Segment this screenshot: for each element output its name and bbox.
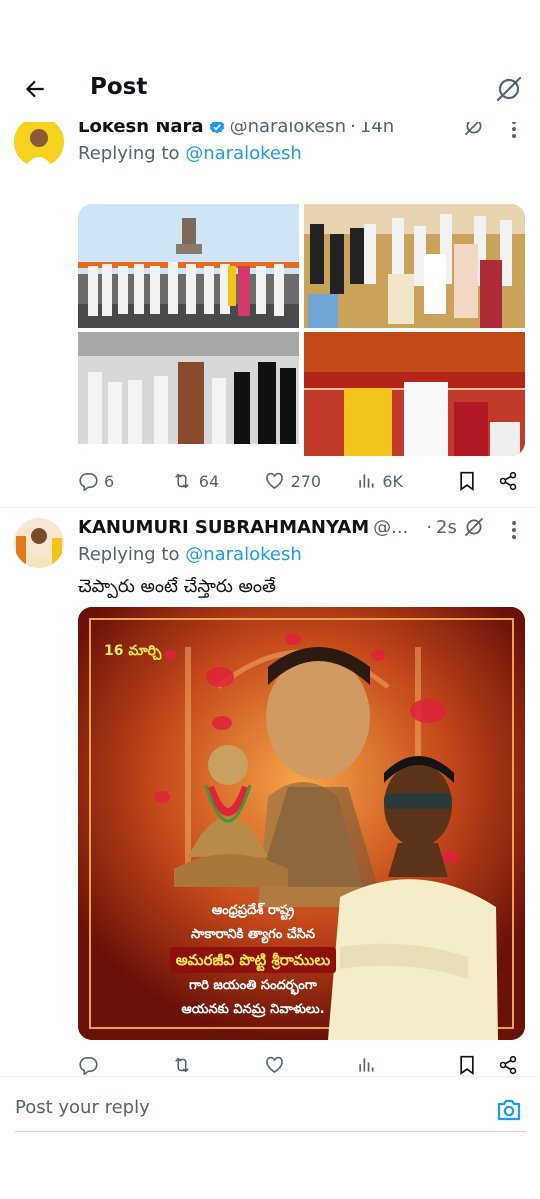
- grok-icon: [496, 76, 522, 102]
- photo-4[interactable]: [303, 332, 526, 456]
- repost-button[interactable]: 64: [171, 471, 264, 491]
- repost-button[interactable]: [171, 1055, 264, 1075]
- camera-icon: [497, 1099, 521, 1121]
- separator-dot: ·: [426, 517, 433, 538]
- separator-dot: ·: [350, 122, 356, 137]
- replying-to: Replying to @naralokesh: [78, 544, 302, 565]
- camera-button[interactable]: [494, 1095, 524, 1125]
- avatar[interactable]: [14, 518, 64, 568]
- views-button[interactable]: [356, 1055, 458, 1075]
- photo-3[interactable]: [78, 332, 300, 456]
- share-icon: [499, 1055, 517, 1075]
- poster-date: 16 మార్చి: [104, 643, 162, 659]
- more-button[interactable]: [503, 519, 525, 541]
- author-handle[interactable]: @naralokesh: [230, 122, 347, 137]
- like-icon: [265, 472, 283, 490]
- author-name[interactable]: Lokesh Nara: [78, 122, 204, 137]
- author-handle[interactable]: @...: [373, 517, 408, 538]
- share-icon: [499, 471, 517, 491]
- views-icon: [359, 1058, 374, 1072]
- poster-line-1: ఆంధ్రప్రదేశ్ రాష్ట్ర: [211, 903, 295, 918]
- poster-line-4: ఆయనకు వినమ్ర నివాళులు.: [181, 1002, 325, 1017]
- grok-icon: [465, 518, 483, 536]
- bookmark-button[interactable]: [458, 1055, 498, 1075]
- poster-caption: ఆంధ్రప్రదేశ్ రాష్ట్ర సాకారానికి త్యాగం చ…: [138, 899, 368, 1022]
- more-button[interactable]: [503, 122, 525, 140]
- post-time[interactable]: 2s: [436, 517, 457, 538]
- author-line: KANUMURI SUBRAHMANYAM @... · 2s: [78, 517, 457, 538]
- repost-icon: [174, 1057, 189, 1073]
- parent-tweet[interactable]: Lokesh Nara @naralokesh · 14h Replying t…: [0, 122, 540, 508]
- poster-line-2: సాకారానికి త్యాగం చేసిన: [191, 927, 315, 942]
- back-arrow-icon: [25, 80, 44, 98]
- bookmark-icon: [460, 1055, 474, 1075]
- like-button[interactable]: 270: [264, 471, 357, 491]
- more-icon: [512, 122, 516, 138]
- reply-button[interactable]: 6: [78, 471, 171, 491]
- avatar[interactable]: [14, 122, 64, 167]
- more-icon: [512, 521, 516, 539]
- repost-icon: [174, 473, 189, 489]
- photo-1[interactable]: [78, 204, 300, 328]
- poster-highlight: అమరజీవి పొట్టి శ్రీరాములు: [169, 947, 337, 973]
- replying-mention[interactable]: @naralokesh: [185, 143, 302, 164]
- reply-underline: [15, 1131, 526, 1132]
- views-button[interactable]: 6K: [356, 471, 458, 491]
- action-bar: 6 64 270 6K: [78, 466, 518, 496]
- replying-prefix: Replying to: [78, 544, 180, 565]
- page-title: Post: [90, 74, 148, 100]
- reply-composer: Post your reply: [0, 1076, 540, 1142]
- views-icon: [359, 474, 374, 488]
- grok-button[interactable]: [492, 72, 526, 106]
- bookmark-button[interactable]: [458, 471, 498, 491]
- reply-button[interactable]: [78, 1055, 171, 1075]
- divider: [0, 507, 540, 508]
- photo-2[interactable]: [303, 204, 526, 328]
- share-button[interactable]: [498, 471, 518, 491]
- back-button[interactable]: [18, 72, 52, 106]
- like-count: 270: [290, 471, 322, 491]
- reply-icon: [79, 1057, 98, 1075]
- grok-button-small[interactable]: [461, 514, 487, 540]
- share-button[interactable]: [498, 1055, 518, 1075]
- author-line: Lokesh Nara @naralokesh · 14h: [78, 122, 394, 137]
- repost-count: 64: [198, 471, 220, 491]
- tweet-text: చెప్పారు అంటే చేస్తారు అంతే: [78, 576, 277, 597]
- post-time[interactable]: 14h: [360, 122, 394, 137]
- poster-image[interactable]: 16 మార్చి ఆంధ్రప్రదేశ్ రాష్ట్ర సాకారానిక…: [78, 607, 525, 1040]
- grok-button-small[interactable]: [461, 122, 487, 139]
- verified-badge-icon: [208, 122, 226, 136]
- reply-input[interactable]: Post your reply: [15, 1097, 150, 1118]
- like-icon: [265, 1056, 283, 1074]
- grok-icon: [465, 122, 482, 135]
- photo-grid[interactable]: [78, 204, 525, 456]
- reply-count: 6: [104, 471, 115, 491]
- bookmark-icon: [460, 471, 474, 491]
- replying-mention[interactable]: @naralokesh: [185, 544, 302, 565]
- poster-line-3: గారి జయంతి సందర్భంగా: [189, 978, 317, 993]
- reply-icon: [79, 473, 98, 491]
- top-bar: Post: [0, 0, 540, 122]
- views-count: 6K: [382, 471, 404, 491]
- replying-prefix: Replying to: [78, 143, 180, 164]
- author-name[interactable]: KANUMURI SUBRAHMANYAM: [78, 517, 369, 538]
- replying-to: Replying to @naralokesh: [78, 143, 302, 164]
- like-button[interactable]: [264, 1055, 357, 1075]
